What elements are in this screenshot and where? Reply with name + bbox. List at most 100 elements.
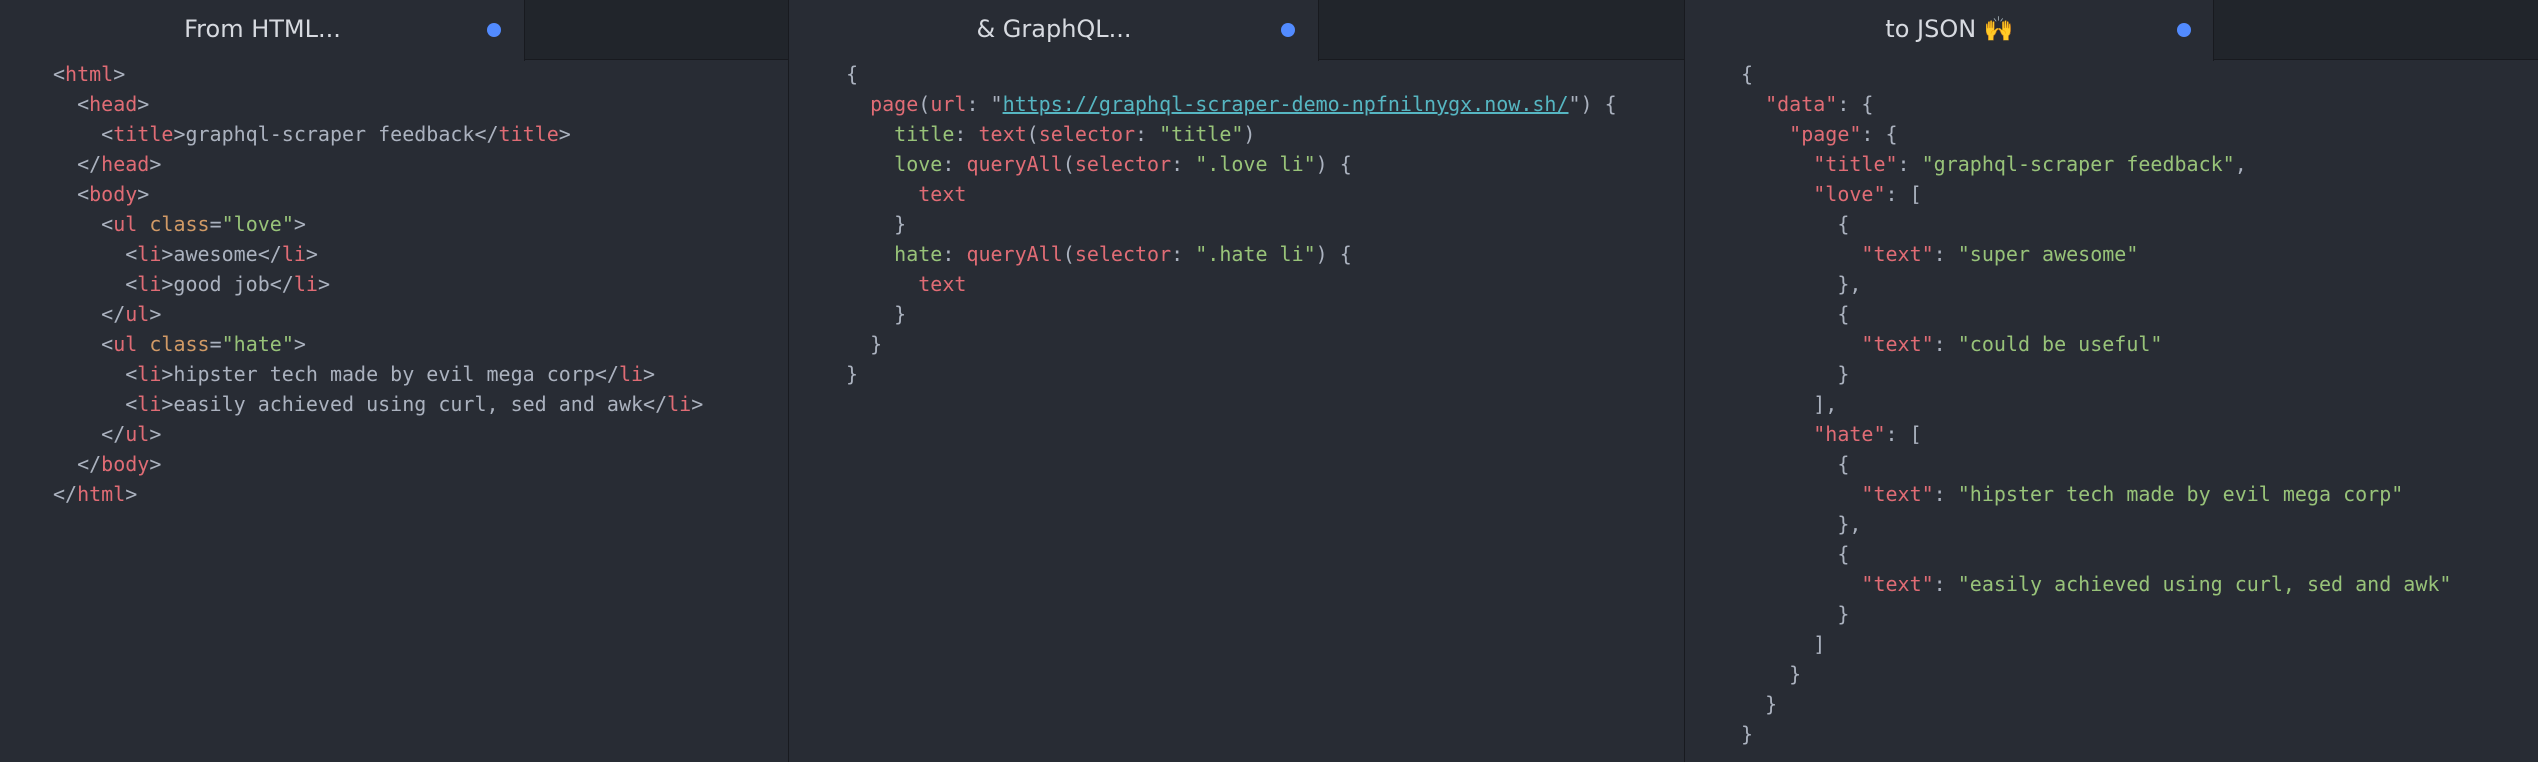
code-token[interactable]: https://graphql-scraper-demo-npfnilnygx.… [1003, 92, 1569, 116]
code-line[interactable]: <li>hipster tech made by evil mega corp<… [53, 359, 703, 389]
editor-pane-html[interactable]: From HTML... <html> <head> <title>graphq… [0, 0, 788, 762]
code-token: "text" [1861, 482, 1934, 506]
code-line[interactable]: } [1741, 689, 2451, 719]
code-line[interactable]: <html> [53, 59, 703, 89]
code-line[interactable]: } [1741, 359, 2451, 389]
code-token: : [942, 242, 967, 266]
code-token: ul [113, 212, 138, 236]
code-line[interactable]: } [846, 359, 1617, 389]
code-token: >awesome</ [161, 242, 282, 266]
code-token: body [101, 452, 150, 476]
code-token: < [53, 242, 138, 266]
code-line[interactable]: { [846, 59, 1617, 89]
code-token: ul [113, 332, 138, 356]
code-token: > [691, 392, 704, 416]
code-line[interactable]: } [1741, 659, 2451, 689]
code-line[interactable]: title: text(selector: "title") [846, 119, 1617, 149]
code-line[interactable]: { [1741, 299, 2451, 329]
code-line[interactable]: ] [1741, 629, 2451, 659]
code-line[interactable]: <li>awesome</li> [53, 239, 703, 269]
code-token: : [1933, 482, 1958, 506]
code-token: : [ [1885, 422, 1922, 446]
code-line[interactable]: text [846, 179, 1617, 209]
code-line[interactable]: }, [1741, 269, 2451, 299]
code-token: ) [1243, 122, 1256, 146]
code-token: > [293, 212, 306, 236]
code-line[interactable]: <li>good job</li> [53, 269, 703, 299]
code-line[interactable]: page(url: "https://graphql-scraper-demo-… [846, 89, 1617, 119]
tab-html[interactable]: From HTML... [0, 0, 525, 61]
code-token: } [1741, 692, 1778, 716]
code-editor[interactable]: <html> <head> <title>graphql-scraper fee… [53, 59, 703, 509]
code-line[interactable]: } [846, 329, 1617, 359]
code-line[interactable]: </ul> [53, 419, 703, 449]
code-token: : " [966, 92, 1003, 116]
code-line[interactable]: { [1741, 539, 2451, 569]
code-line[interactable]: love: queryAll(selector: ".love li") { [846, 149, 1617, 179]
code-token: ul [125, 302, 150, 326]
code-line[interactable]: <body> [53, 179, 703, 209]
code-token: li [293, 272, 318, 296]
code-token: > [305, 242, 318, 266]
code-line[interactable]: "title": "graphql-scraper feedback", [1741, 149, 2451, 179]
code-token: { [1741, 62, 1754, 86]
code-token: : [942, 152, 967, 176]
code-line[interactable]: </html> [53, 479, 703, 509]
code-editor[interactable]: { "data": { "page": { "title": "graphql-… [1741, 59, 2451, 749]
code-line[interactable]: "text": "hipster tech made by evil mega … [1741, 479, 2451, 509]
code-line[interactable]: } [1741, 599, 2451, 629]
code-line[interactable]: } [846, 209, 1617, 239]
editor-pane-json[interactable]: to JSON 🙌 { "data": { "page": { "title":… [1685, 0, 2538, 762]
code-line[interactable]: <ul class="hate"> [53, 329, 703, 359]
code-line[interactable]: { [1741, 59, 2451, 89]
code-line[interactable]: { [1741, 209, 2451, 239]
code-token: title [894, 122, 955, 146]
code-line[interactable]: <title>graphql-scraper feedback</title> [53, 119, 703, 149]
code-editor[interactable]: { page(url: "https://graphql-scraper-dem… [846, 59, 1617, 389]
modified-dot-icon[interactable] [487, 23, 501, 37]
code-token: : { [1861, 122, 1898, 146]
code-line[interactable]: "love": [ [1741, 179, 2451, 209]
code-token: selector [1074, 152, 1172, 176]
code-token: }, [1741, 272, 1862, 296]
code-line[interactable]: </body> [53, 449, 703, 479]
tab-title: From HTML... [184, 15, 341, 43]
code-line[interactable]: }, [1741, 509, 2451, 539]
code-line[interactable]: { [1741, 449, 2451, 479]
code-line[interactable]: "text": "easily achieved using curl, sed… [1741, 569, 2451, 599]
code-line[interactable]: hate: queryAll(selector: ".hate li") { [846, 239, 1617, 269]
code-line[interactable]: <li>easily achieved using curl, sed and … [53, 389, 703, 419]
code-token: > [149, 422, 162, 446]
code-token: : [1171, 152, 1196, 176]
code-line[interactable]: <head> [53, 89, 703, 119]
code-line[interactable]: text [846, 269, 1617, 299]
modified-dot-icon[interactable] [2177, 23, 2191, 37]
code-line[interactable]: <ul class="love"> [53, 209, 703, 239]
code-token: > [643, 362, 656, 386]
code-line[interactable]: ], [1741, 389, 2451, 419]
code-line[interactable]: "page": { [1741, 119, 2451, 149]
code-token: text [978, 122, 1027, 146]
tab-bar: to JSON 🙌 [1685, 0, 2538, 61]
modified-dot-icon[interactable] [1281, 23, 1295, 37]
code-line[interactable]: "hate": [ [1741, 419, 2451, 449]
code-line[interactable]: } [1741, 719, 2451, 749]
code-line[interactable]: </ul> [53, 299, 703, 329]
tab-json[interactable]: to JSON 🙌 [1685, 0, 2214, 61]
code-token: li [137, 242, 162, 266]
code-token: < [53, 92, 90, 116]
code-token: </ [53, 302, 126, 326]
code-line[interactable]: "data": { [1741, 89, 2451, 119]
code-token: = [209, 212, 222, 236]
tab-graphql[interactable]: & GraphQL... [789, 0, 1319, 61]
code-line[interactable]: "text": "could be useful" [1741, 329, 2451, 359]
code-token: url [930, 92, 967, 116]
code-line[interactable]: </head> [53, 149, 703, 179]
code-line[interactable]: } [846, 299, 1617, 329]
code-line[interactable]: "text": "super awesome" [1741, 239, 2451, 269]
editor-pane-graphql[interactable]: & GraphQL... { page(url: "https://graphq… [789, 0, 1684, 762]
code-token: body [89, 182, 138, 206]
